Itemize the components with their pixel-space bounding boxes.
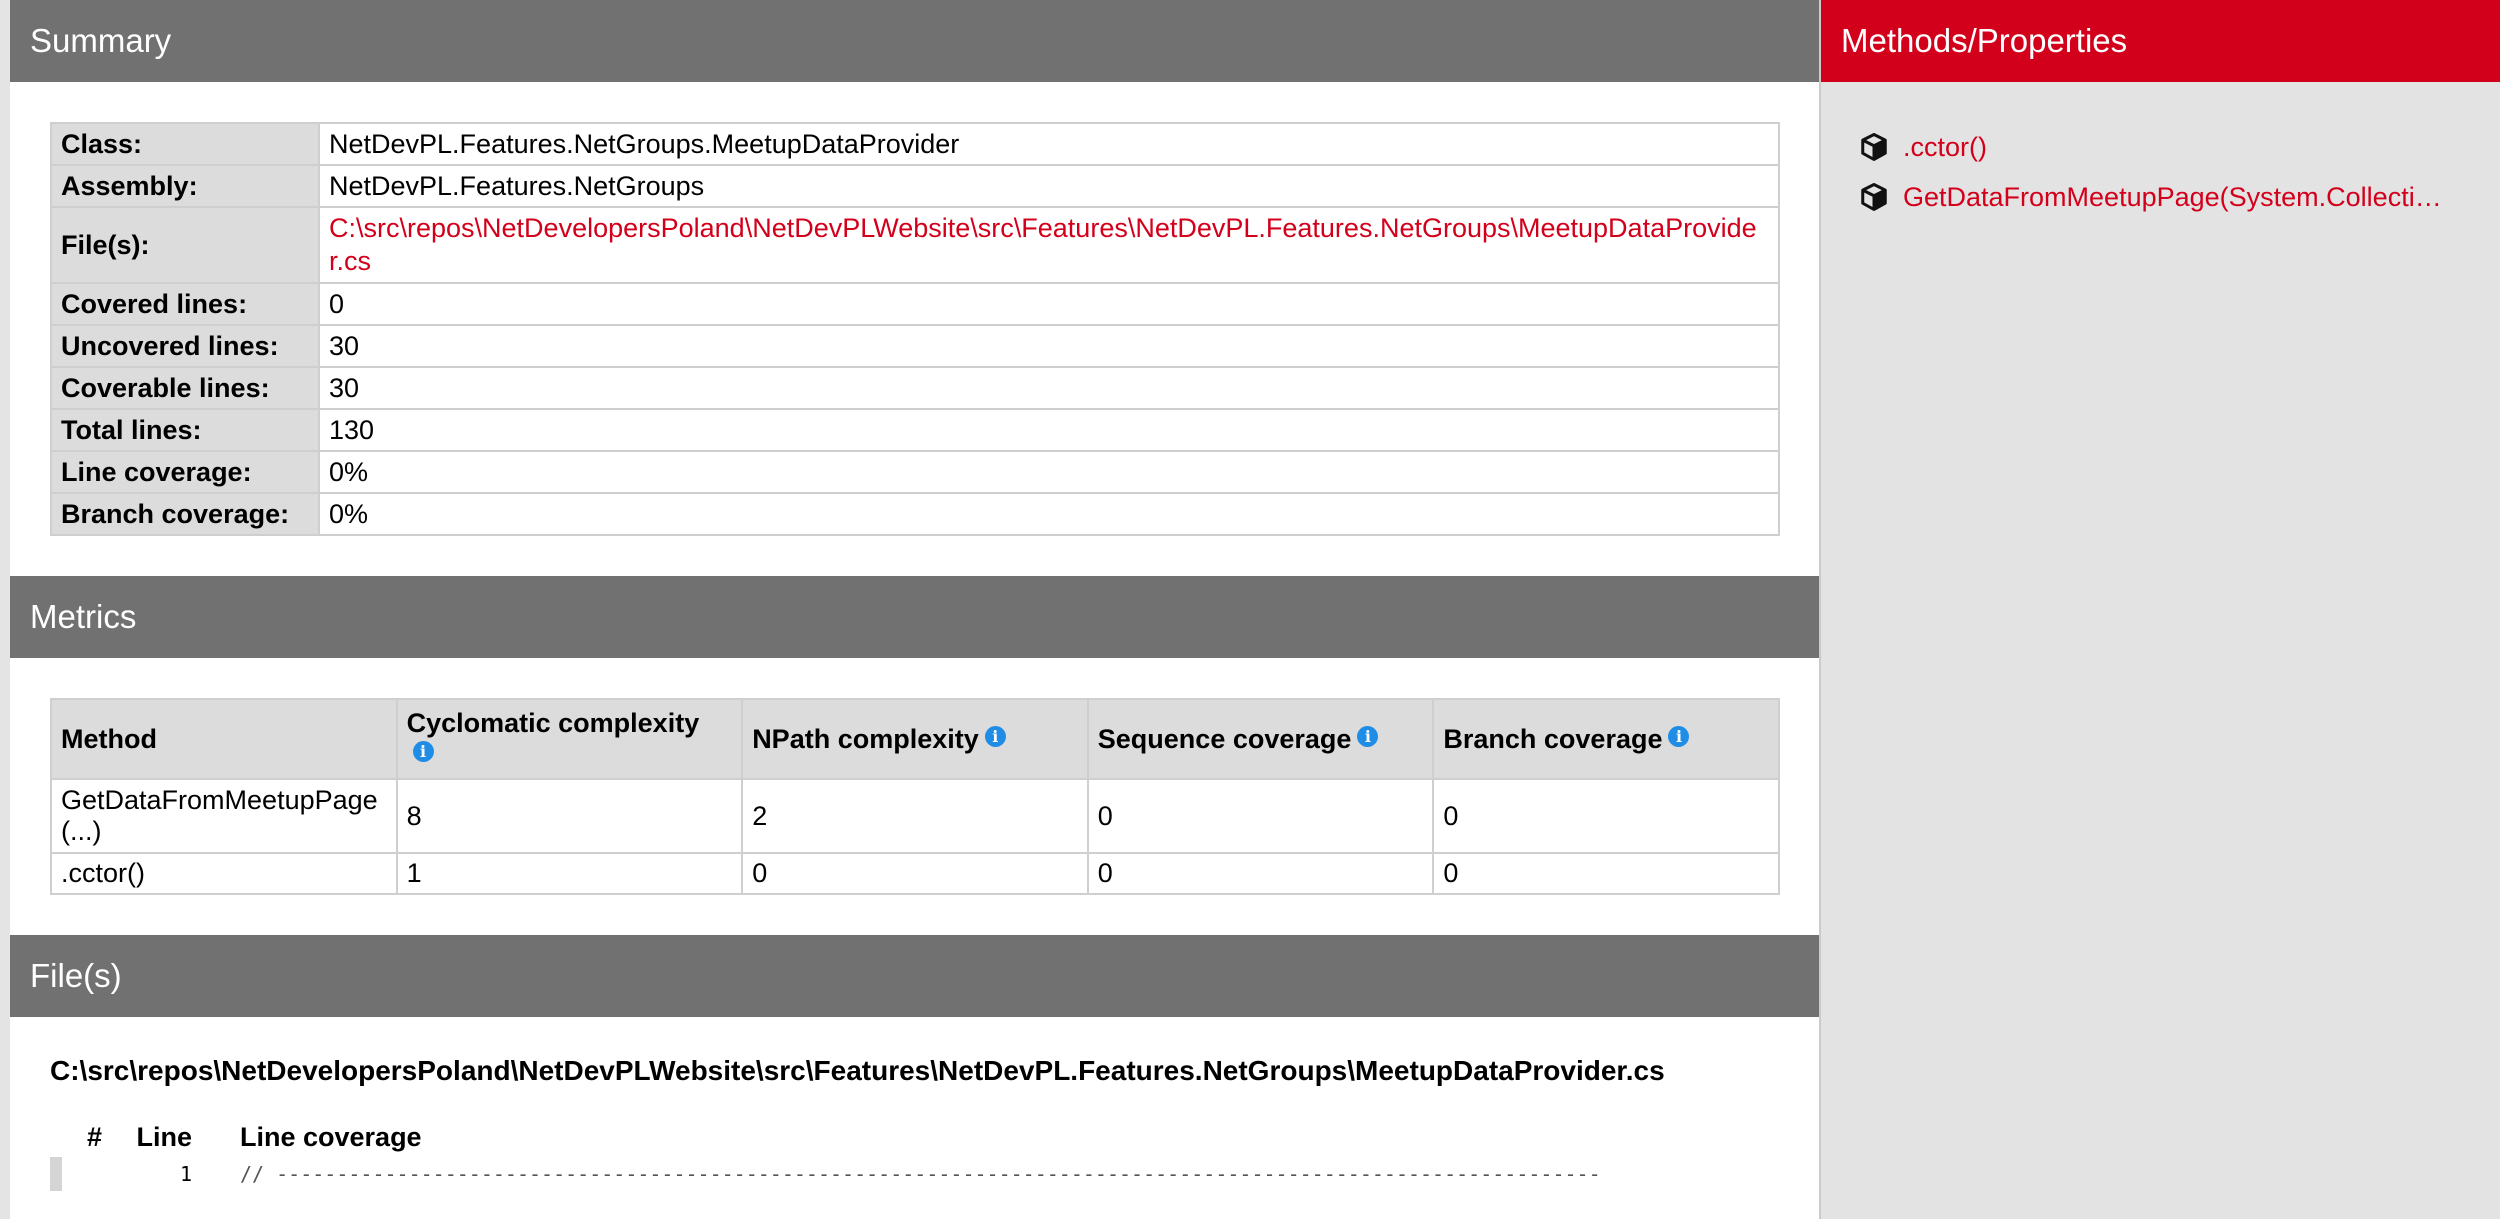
info-icon[interactable]: i <box>412 741 434 762</box>
column-branch-coverage: Branch coverage i <box>1432 698 1780 780</box>
column-hash: # <box>86 1121 102 1152</box>
file-path-title: C:\src\repos\NetDevelopersPoland\NetDevP… <box>50 1055 1665 1086</box>
file-link[interactable]: C:\src\repos\NetDevelopersPoland\NetDevP… <box>329 213 1757 276</box>
column-line-coverage: Line coverage <box>240 1121 422 1152</box>
metric-method: GetDataFromMeetupPage(...) <box>50 778 398 854</box>
method-link[interactable]: GetDataFromMeetupPage(System.Collections… <box>1903 182 2443 213</box>
summary-label: Total lines: <box>50 408 320 452</box>
column-line: Line <box>136 1121 192 1152</box>
metrics-section: Method Cyclomatic complexity i NPath com… <box>10 658 1819 935</box>
summary-row-branch-coverage: Branch coverage: 0% <box>50 492 1780 536</box>
left-gutter <box>0 0 10 1219</box>
methods-list: .cctor() GetDataFromMeetupPage(System.Co… <box>1821 82 2500 222</box>
files-section: C:\src\repos\NetDevelopersPoland\NetDevP… <box>10 1017 1819 1219</box>
metrics-header: Metrics <box>10 576 1819 658</box>
summary-label: Line coverage: <box>50 450 320 494</box>
method-link[interactable]: .cctor() <box>1903 132 1987 163</box>
summary-row-files: File(s): C:\src\repos\NetDevelopersPolan… <box>50 206 1780 284</box>
main-content: Summary Class: NetDevPL.Features.NetGrou… <box>10 0 1819 1219</box>
summary-section: Class: NetDevPL.Features.NetGroups.Meetu… <box>10 82 1819 576</box>
metric-cyclomatic: 8 <box>395 778 744 854</box>
code-table-header: # Line Line coverage <box>50 1117 1779 1157</box>
metric-npath: 2 <box>741 778 1089 854</box>
cube-icon <box>1861 183 1887 211</box>
column-cyclomatic-complexity: Cyclomatic complexity i <box>395 698 744 780</box>
metrics-header-row: Method Cyclomatic complexity i NPath com… <box>50 698 1780 780</box>
summary-row-uncovered: Uncovered lines: 30 <box>50 324 1780 368</box>
summary-row-total: Total lines: 130 <box>50 408 1780 452</box>
metric-method: .cctor() <box>50 852 398 895</box>
metric-sequence: 0 <box>1086 852 1435 895</box>
summary-value: 0 <box>318 282 1780 326</box>
summary-row-line-coverage: Line coverage: 0% <box>50 450 1780 494</box>
summary-label: Uncovered lines: <box>50 324 320 368</box>
summary-label: Branch coverage: <box>50 492 320 536</box>
summary-label: File(s): <box>50 206 320 284</box>
sidebar-header: Methods/Properties <box>1821 0 2500 82</box>
metric-sequence: 0 <box>1086 778 1435 854</box>
sidebar-item-cctor[interactable]: .cctor() <box>1859 122 2500 172</box>
summary-value: 0% <box>318 450 1780 494</box>
column-method: Method <box>50 698 398 780</box>
metrics-table: Method Cyclomatic complexity i NPath com… <box>50 698 1780 895</box>
summary-row-covered: Covered lines: 0 <box>50 282 1780 326</box>
summary-value: NetDevPL.Features.NetGroups.MeetupDataPr… <box>318 122 1780 166</box>
line-source: // -------------------------------------… <box>240 1162 1601 1186</box>
summary-value: NetDevPL.Features.NetGroups <box>318 164 1780 208</box>
summary-row-class: Class: NetDevPL.Features.NetGroups.Meetu… <box>50 122 1780 166</box>
summary-value: C:\src\repos\NetDevelopersPoland\NetDevP… <box>318 206 1780 284</box>
coverage-marker <box>50 1157 62 1191</box>
summary-row-coverable: Coverable lines: 30 <box>50 366 1780 410</box>
summary-table: Class: NetDevPL.Features.NetGroups.Meetu… <box>50 122 1780 536</box>
info-icon[interactable]: i <box>1357 725 1379 747</box>
summary-label: Covered lines: <box>50 282 320 326</box>
column-sequence-coverage: Sequence coverage i <box>1086 698 1435 780</box>
summary-header: Summary <box>10 0 1819 82</box>
table-row: GetDataFromMeetupPage(...) 8 2 0 0 <box>50 778 1780 854</box>
code-line: 1 // -----------------------------------… <box>50 1157 1779 1191</box>
metric-npath: 0 <box>741 852 1089 895</box>
table-row: .cctor() 1 0 0 0 <box>50 852 1780 895</box>
summary-row-assembly: Assembly: NetDevPL.Features.NetGroups <box>50 164 1780 208</box>
summary-value: 130 <box>318 408 1780 452</box>
line-number: 1 <box>179 1162 192 1186</box>
summary-label: Class: <box>50 122 320 166</box>
info-icon[interactable]: i <box>1668 725 1690 747</box>
summary-value: 30 <box>318 366 1780 410</box>
metric-branch: 0 <box>1432 852 1780 895</box>
column-npath-complexity: NPath complexity i <box>741 698 1089 780</box>
sidebar-item-getdatafrommeetuppage[interactable]: GetDataFromMeetupPage(System.Collections… <box>1859 172 2500 222</box>
summary-value: 30 <box>318 324 1780 368</box>
files-header: File(s) <box>10 935 1819 1017</box>
summary-label: Coverable lines: <box>50 366 320 410</box>
summary-label: Assembly: <box>50 164 320 208</box>
metric-branch: 0 <box>1432 778 1780 854</box>
summary-value: 0% <box>318 492 1780 536</box>
sidebar: Methods/Properties .cctor() GetDataFromM… <box>1819 0 2500 1219</box>
cube-icon <box>1861 133 1887 161</box>
info-icon[interactable]: i <box>984 725 1006 747</box>
metric-cyclomatic: 1 <box>395 852 744 895</box>
